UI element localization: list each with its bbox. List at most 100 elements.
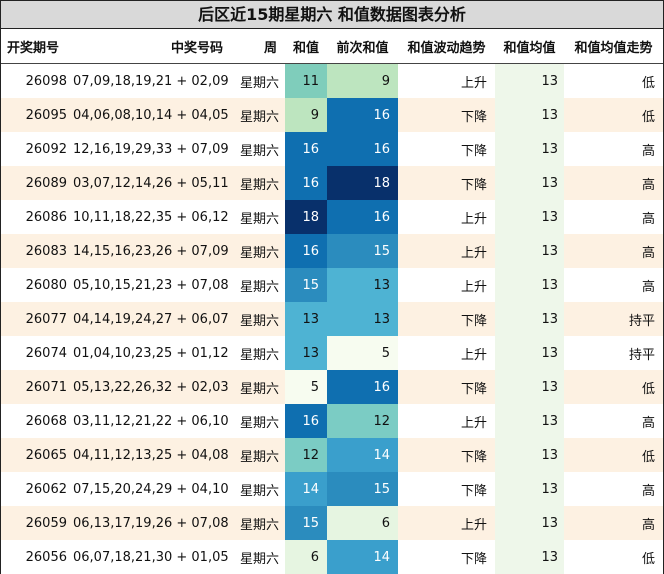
- sum-cell: 13: [285, 302, 327, 336]
- numbers-cell: 04,11,12,13,25 + 04,08: [73, 438, 231, 472]
- trend-cell: 下降: [398, 98, 495, 132]
- avg-trend-cell: 低: [564, 438, 663, 472]
- issue-cell: 26083: [1, 234, 73, 268]
- prev-sum-cell: 12: [327, 404, 398, 438]
- week-cell: 星期六: [231, 63, 285, 98]
- avg-cell: 13: [495, 63, 564, 98]
- week-cell: 星期六: [231, 200, 285, 234]
- numbers-cell: 06,13,17,19,26 + 07,08: [73, 506, 231, 540]
- avg-trend-cell: 高: [564, 404, 663, 438]
- sum-cell: 13: [285, 336, 327, 370]
- numbers-cell: 07,09,18,19,21 + 02,09: [73, 63, 231, 98]
- avg-cell: 13: [495, 268, 564, 302]
- sum-cell: 16: [285, 166, 327, 200]
- table-row: 26083 14,15,16,23,26 + 07,09 星期六 16 15 上升 13 高: [1, 234, 663, 268]
- numbers-cell: 03,07,12,14,26 + 05,11: [73, 166, 231, 200]
- issue-cell: 26086: [1, 200, 73, 234]
- sum-cell: 12: [285, 438, 327, 472]
- week-cell: 星期六: [231, 336, 285, 370]
- avg-trend-cell: 高: [564, 132, 663, 166]
- prev-sum-cell: 9: [327, 63, 398, 98]
- sum-cell: 16: [285, 234, 327, 268]
- trend-cell: 下降: [398, 540, 495, 574]
- table-row: 26089 03,07,12,14,26 + 05,11 星期六 16 18 下降 13 高: [1, 166, 663, 200]
- avg-cell: 13: [495, 438, 564, 472]
- issue-cell: 26089: [1, 166, 73, 200]
- trend-cell: 下降: [398, 472, 495, 506]
- week-cell: 星期六: [231, 472, 285, 506]
- week-cell: 星期六: [231, 234, 285, 268]
- numbers-cell: 05,10,15,21,23 + 07,08: [73, 268, 231, 302]
- numbers-cell: 07,15,20,24,29 + 04,10: [73, 472, 231, 506]
- header-sum: 和值: [285, 29, 327, 64]
- week-cell: 星期六: [231, 506, 285, 540]
- table-row: 26074 01,04,10,23,25 + 01,12 星期六 13 5 上升 13 持平: [1, 336, 663, 370]
- numbers-cell: 14,15,16,23,26 + 07,09: [73, 234, 231, 268]
- avg-trend-cell: 高: [564, 166, 663, 200]
- trend-cell: 上升: [398, 404, 495, 438]
- avg-cell: 13: [495, 336, 564, 370]
- numbers-cell: 04,06,08,10,14 + 04,05: [73, 98, 231, 132]
- header-trend: 和值波动趋势: [398, 29, 495, 64]
- sum-cell: 11: [285, 63, 327, 98]
- avg-trend-cell: 高: [564, 234, 663, 268]
- numbers-cell: 12,16,19,29,33 + 07,09: [73, 132, 231, 166]
- issue-cell: 26062: [1, 472, 73, 506]
- avg-cell: 13: [495, 404, 564, 438]
- prev-sum-cell: 16: [327, 98, 398, 132]
- issue-cell: 26092: [1, 132, 73, 166]
- trend-cell: 下降: [398, 132, 495, 166]
- issue-cell: 26065: [1, 438, 73, 472]
- table-row: 26077 04,14,19,24,27 + 06,07 星期六 13 13 下降 13 持平: [1, 302, 663, 336]
- avg-cell: 13: [495, 540, 564, 574]
- table-row: 26071 05,13,22,26,32 + 02,03 星期六 5 16 下降 13 低: [1, 370, 663, 404]
- avg-trend-cell: 低: [564, 63, 663, 98]
- avg-cell: 13: [495, 370, 564, 404]
- avg-trend-cell: 持平: [564, 336, 663, 370]
- avg-trend-cell: 高: [564, 506, 663, 540]
- table-title: 后区近15期星期六 和值数据图表分析: [1, 1, 663, 29]
- table-row: 26056 06,07,18,21,30 + 01,05 星期六 6 14 下降 13 低: [1, 540, 663, 574]
- numbers-cell: 03,11,12,21,22 + 06,10: [73, 404, 231, 438]
- avg-trend-cell: 高: [564, 268, 663, 302]
- sum-cell: 6: [285, 540, 327, 574]
- sum-cell: 16: [285, 404, 327, 438]
- header-week: 周: [231, 29, 285, 64]
- issue-cell: 26077: [1, 302, 73, 336]
- week-cell: 星期六: [231, 98, 285, 132]
- prev-sum-cell: 18: [327, 166, 398, 200]
- table-row: 26086 10,11,18,22,35 + 06,12 星期六 18 16 上升 13 高: [1, 200, 663, 234]
- header-row: 开奖期号 中奖号码 周 和值 前次和值 和值波动趋势 和值均值 和值均值走势: [1, 29, 663, 64]
- table-row: 26065 04,11,12,13,25 + 04,08 星期六 12 14 下降 13 低: [1, 438, 663, 472]
- week-cell: 星期六: [231, 540, 285, 574]
- issue-cell: 26098: [1, 63, 73, 98]
- trend-cell: 上升: [398, 336, 495, 370]
- prev-sum-cell: 5: [327, 336, 398, 370]
- header-avg: 和值均值: [495, 29, 564, 64]
- header-issue: 开奖期号: [1, 29, 73, 64]
- avg-cell: 13: [495, 234, 564, 268]
- prev-sum-cell: 16: [327, 200, 398, 234]
- table-row: 26059 06,13,17,19,26 + 07,08 星期六 15 6 上升 13 高: [1, 506, 663, 540]
- header-prev-sum: 前次和值: [327, 29, 398, 64]
- sum-cell: 9: [285, 98, 327, 132]
- trend-cell: 上升: [398, 63, 495, 98]
- table-row: 26095 04,06,08,10,14 + 04,05 星期六 9 16 下降 13 低: [1, 98, 663, 132]
- table-body: 26098 07,09,18,19,21 + 02,09 星期六 11 9 上升 13 低 26…: [1, 63, 663, 574]
- prev-sum-cell: 16: [327, 370, 398, 404]
- sum-cell: 5: [285, 370, 327, 404]
- data-table-panel: 后区近15期星期六 和值数据图表分析 开奖期号 中奖号码 周 和值 前次和值 和…: [0, 0, 664, 574]
- prev-sum-cell: 15: [327, 234, 398, 268]
- week-cell: 星期六: [231, 370, 285, 404]
- trend-cell: 下降: [398, 302, 495, 336]
- avg-cell: 13: [495, 98, 564, 132]
- trend-cell: 上升: [398, 506, 495, 540]
- week-cell: 星期六: [231, 438, 285, 472]
- avg-cell: 13: [495, 506, 564, 540]
- numbers-cell: 05,13,22,26,32 + 02,03: [73, 370, 231, 404]
- prev-sum-cell: 13: [327, 302, 398, 336]
- issue-cell: 26068: [1, 404, 73, 438]
- prev-sum-cell: 14: [327, 438, 398, 472]
- header-avg-trend: 和值均值走势: [564, 29, 663, 64]
- week-cell: 星期六: [231, 302, 285, 336]
